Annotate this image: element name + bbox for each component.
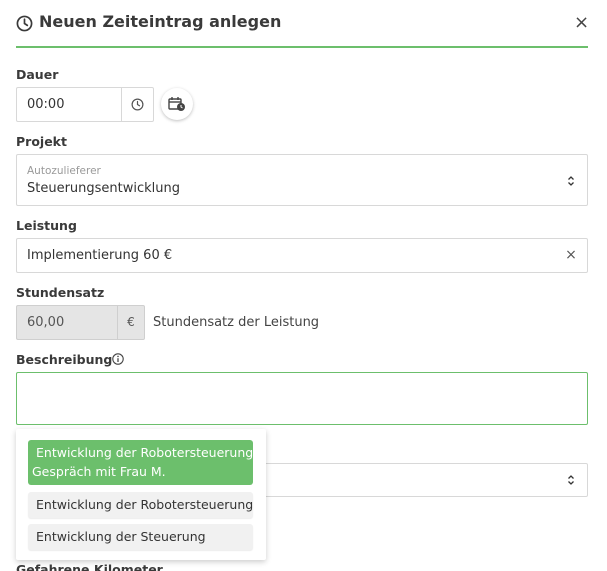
- suggestion-line2: Gespräch mit Frau M.: [32, 464, 166, 479]
- currency-addon: €: [117, 305, 145, 340]
- select-arrows-icon: [568, 475, 574, 485]
- kilometer-label: Gefahrene Kilometer: [16, 562, 163, 571]
- leistung-label: Leistung: [16, 218, 77, 233]
- suggestion-line1: Entwicklung der Steuerung: [36, 529, 206, 544]
- dauer-label: Dauer: [16, 67, 59, 82]
- description-textarea[interactable]: [16, 372, 588, 425]
- suggestion-item[interactable]: Entwicklung der Robotersteuerung: [28, 492, 253, 518]
- hourly-rate-note: Stundensatz der Leistung: [153, 315, 320, 330]
- projekt-label: Projekt: [16, 134, 67, 149]
- dialog-header: Neuen Zeiteintrag anlegen ×: [16, 0, 589, 48]
- close-icon[interactable]: ×: [574, 13, 589, 33]
- hourly-rate-input: 60,00: [16, 305, 117, 340]
- suggestion-item[interactable]: Entwicklung der Robotersteuerung Gespräc…: [28, 440, 253, 485]
- suggestion-item[interactable]: Entwicklung der Steuerung: [28, 524, 253, 550]
- info-icon[interactable]: [112, 353, 124, 365]
- suggestion-line1: Entwicklung der Robotersteuerung: [36, 497, 254, 512]
- beschreibung-label: Beschreibung: [16, 352, 113, 367]
- time-entry-dialog: Neuen Zeiteintrag anlegen × Dauer Projek…: [0, 0, 607, 571]
- select-arrows-icon: [568, 176, 574, 186]
- calendar-time-button[interactable]: [161, 88, 193, 120]
- suggestion-line1: Entwicklung der Robotersteuerung: [36, 445, 254, 460]
- duration-input[interactable]: [17, 88, 121, 121]
- clock-icon: [16, 15, 33, 32]
- project-customer: Autozulieferer: [27, 165, 101, 177]
- clear-icon[interactable]: ×: [565, 248, 577, 262]
- dialog-title: Neuen Zeiteintrag anlegen: [39, 12, 282, 31]
- clock-icon: [131, 98, 144, 111]
- description-suggestions: Entwicklung der Robotersteuerung Gespräc…: [16, 429, 266, 560]
- service-value: Implementierung 60 €: [27, 248, 173, 263]
- duration-field: [16, 87, 154, 122]
- project-value: Steuerungsentwicklung: [27, 181, 181, 196]
- project-select[interactable]: Autozulieferer Steuerungsentwicklung: [16, 154, 588, 206]
- calendar-clock-icon: [168, 97, 185, 111]
- stundensatz-label: Stundensatz: [16, 285, 105, 300]
- duration-timer-button[interactable]: [121, 88, 153, 121]
- service-select[interactable]: Implementierung 60 € ×: [16, 238, 588, 273]
